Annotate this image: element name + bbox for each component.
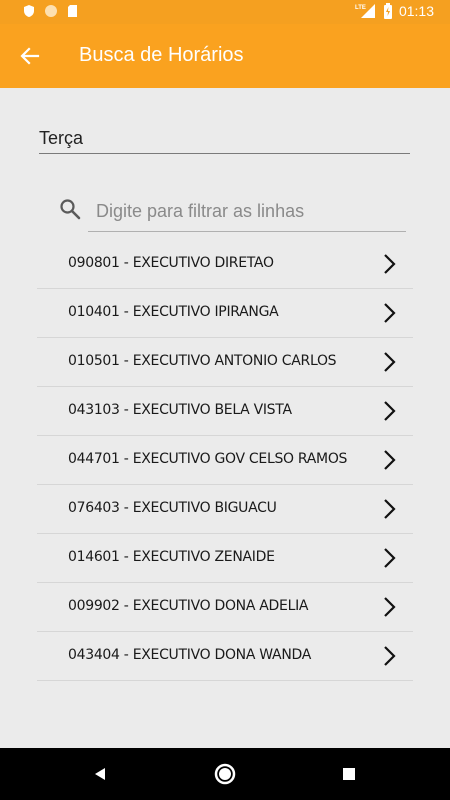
sd-card-icon <box>68 5 77 17</box>
system-nav-bar <box>0 748 450 800</box>
list-item[interactable]: 076403 - EXECUTIVO BIGUACU <box>37 485 413 534</box>
search-input[interactable] <box>88 196 406 232</box>
chevron-right-icon <box>384 646 396 666</box>
signal-icon: LTE <box>355 4 375 18</box>
list-item-label: 009902 - EXECUTIVO DONA ADELIA <box>68 598 309 614</box>
chevron-right-icon <box>384 450 396 470</box>
search-icon <box>60 199 81 220</box>
status-bar: LTE 01:13 <box>0 0 450 24</box>
nav-recents-button[interactable] <box>337 762 361 786</box>
list-item[interactable]: 090801 - EXECUTIVO DIRETAO <box>37 240 413 289</box>
day-selector-value: Terça <box>39 128 84 148</box>
arrow-left-icon <box>20 47 40 65</box>
list-item-label: 044701 - EXECUTIVO GOV CELSO RAMOS <box>68 451 348 467</box>
svg-text:LTE: LTE <box>355 5 366 11</box>
chevron-right-icon <box>384 401 396 421</box>
list-item-label: 010401 - EXECUTIVO IPIRANGA <box>68 304 279 320</box>
list-item[interactable]: 010401 - EXECUTIVO IPIRANGA <box>37 289 413 338</box>
recents-square-icon <box>343 768 355 780</box>
list-item[interactable]: 014601 - EXECUTIVO ZENAIDE <box>37 534 413 583</box>
nav-back-button[interactable] <box>88 762 112 786</box>
battery-icon <box>383 3 392 19</box>
line-list: 090801 - EXECUTIVO DIRETAO 010401 - EXEC… <box>37 240 413 681</box>
home-circle-icon <box>214 763 236 785</box>
list-item-label: 043404 - EXECUTIVO DONA WANDA <box>68 647 312 663</box>
chevron-right-icon <box>384 499 396 519</box>
app-bar: Busca de Horários <box>0 24 450 88</box>
chevron-right-icon <box>384 303 396 323</box>
status-time: 01:13 <box>398 3 434 19</box>
chevron-right-icon <box>384 352 396 372</box>
list-item-label: 076403 - EXECUTIVO BIGUACU <box>68 500 277 516</box>
day-selector[interactable]: Terça <box>39 126 410 154</box>
chevron-right-icon <box>384 548 396 568</box>
chevron-right-icon <box>384 254 396 274</box>
page-title: Busca de Horários <box>79 44 244 66</box>
list-item-label: 014601 - EXECUTIVO ZENAIDE <box>68 549 275 565</box>
list-item[interactable]: 044701 - EXECUTIVO GOV CELSO RAMOS <box>37 436 413 485</box>
list-item[interactable]: 043404 - EXECUTIVO DONA WANDA <box>37 632 413 681</box>
list-item[interactable]: 009902 - EXECUTIVO DONA ADELIA <box>37 583 413 632</box>
back-button[interactable] <box>12 38 48 74</box>
list-item-label: 043103 - EXECUTIVO BELA VISTA <box>68 402 292 418</box>
back-triangle-icon <box>95 768 105 780</box>
nav-home-button[interactable] <box>213 762 237 786</box>
chevron-right-icon <box>384 597 396 617</box>
circle-icon <box>45 5 57 17</box>
shield-icon <box>24 5 34 17</box>
list-item[interactable]: 010501 - EXECUTIVO ANTONIO CARLOS <box>37 338 413 387</box>
list-item[interactable]: 043103 - EXECUTIVO BELA VISTA <box>37 387 413 436</box>
list-item-label: 010501 - EXECUTIVO ANTONIO CARLOS <box>68 353 337 369</box>
list-item-label: 090801 - EXECUTIVO DIRETAO <box>68 255 274 271</box>
